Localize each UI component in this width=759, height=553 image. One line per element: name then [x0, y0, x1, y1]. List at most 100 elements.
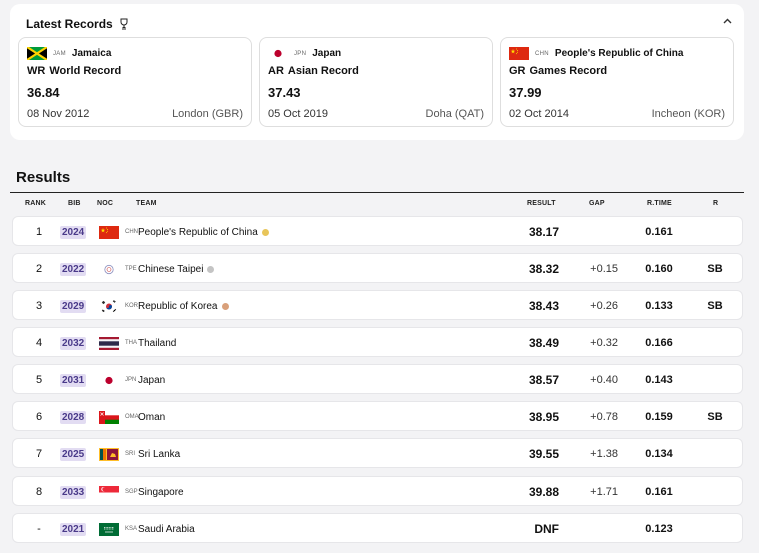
- flag-jpn-icon: [268, 47, 288, 60]
- record-cell: SB: [707, 411, 723, 423]
- bib-badge: 2033: [60, 485, 87, 499]
- bib-cell: 2028: [60, 402, 87, 432]
- team-name[interactable]: Republic of Korea: [138, 301, 218, 312]
- silver-medal-icon: [207, 265, 215, 273]
- reaction-time-cell: 0.161: [645, 226, 673, 238]
- noc-code: TPE: [125, 266, 137, 272]
- record-country: CHN People's Republic of China: [509, 47, 683, 60]
- bib-cell: 2033: [60, 477, 87, 507]
- table-row[interactable]: 3 2029 KOR Republic of Korea 38.43 +0.26…: [12, 290, 743, 320]
- team-cell: Chinese Taipei: [138, 254, 215, 284]
- record-cell: [705, 217, 725, 247]
- record-venue: Doha (QAT): [425, 108, 484, 120]
- record-date: 08 Nov 2012: [27, 108, 90, 120]
- noc-flag: [99, 328, 119, 358]
- noc-code: JPN: [125, 377, 137, 383]
- results-divider: [10, 192, 744, 193]
- reaction-time-cell: 0.160: [645, 263, 673, 275]
- result-cell: 38.49: [528, 336, 559, 350]
- flag-kor-icon: [99, 299, 119, 313]
- table-row[interactable]: 6 2028 OMA Oman 38.95 +0.78 0.159 SB: [12, 401, 743, 431]
- result-cell: DNF: [534, 522, 559, 536]
- record-type: AR Asian Record: [268, 65, 359, 77]
- record-cell: [705, 439, 725, 469]
- noc-flag: [99, 514, 119, 544]
- record-venue: London (GBR): [172, 108, 243, 120]
- header-result: RESULT: [527, 200, 556, 207]
- record-card: JPN Japan AR Asian Record 37.43 05 Oct 20…: [259, 37, 493, 127]
- header-record: R: [713, 200, 719, 207]
- result-cell: 38.57: [528, 373, 559, 387]
- chevron-up-icon[interactable]: [723, 15, 732, 27]
- header-bib: BIB: [68, 200, 81, 207]
- record-country-code: CHN: [535, 50, 549, 57]
- team-name[interactable]: Singapore: [138, 487, 184, 498]
- record-type-abbr: WR: [27, 65, 46, 77]
- gap-cell: +0.78: [590, 411, 618, 423]
- header-noc: NOC: [97, 200, 114, 207]
- bib-badge: 2024: [60, 225, 87, 239]
- reaction-time-cell: 0.133: [645, 300, 673, 312]
- record-date: 02 Oct 2014: [509, 108, 569, 120]
- team-name[interactable]: Japan: [138, 375, 165, 386]
- noc-flag: [99, 217, 119, 247]
- flag-tha-icon: [99, 336, 119, 350]
- record-type-abbr: GR: [509, 65, 526, 77]
- rank-cell: 1: [35, 226, 43, 238]
- flag-sri-icon: [99, 447, 119, 461]
- gap-cell: +0.32: [590, 337, 618, 349]
- noc-code: THA: [125, 340, 137, 346]
- noc-flag: [99, 254, 119, 284]
- gap-cell: +1.71: [590, 486, 618, 498]
- noc-code: SRI: [125, 451, 136, 457]
- table-row[interactable]: 1 2024 CHN People's Republic of China 38…: [12, 216, 743, 246]
- reaction-time-cell: 0.143: [645, 374, 673, 386]
- team-name[interactable]: Sri Lanka: [138, 449, 180, 460]
- record-date: 05 Oct 2019: [268, 108, 328, 120]
- record-type-abbr: AR: [268, 65, 284, 77]
- noc-flag: [99, 477, 119, 507]
- record-venue: Incheon (KOR): [651, 108, 725, 120]
- gap-cell: +0.15: [590, 263, 618, 275]
- noc-code: OMA: [125, 414, 139, 420]
- record-type: WR World Record: [27, 65, 121, 77]
- bib-badge: 2029: [60, 299, 87, 313]
- rank-cell: -: [37, 523, 41, 535]
- table-row[interactable]: 8 2033 SGP Singapore 39.88 +1.71 0.161: [12, 476, 743, 506]
- table-row[interactable]: 5 2031 JPN Japan 38.57 +0.40 0.143: [12, 364, 743, 394]
- record-country: JAM Jamaica: [27, 47, 111, 60]
- reaction-time-cell: 0.134: [645, 448, 673, 460]
- flag-jam-icon: [27, 47, 47, 60]
- team-name[interactable]: Oman: [138, 412, 165, 423]
- table-row[interactable]: - 2021 KSA Saudi Arabia DNF 0.123: [12, 513, 743, 543]
- record-country: JPN Japan: [268, 47, 341, 60]
- gold-medal-icon: [261, 228, 269, 236]
- latest-records-title: Latest Records: [26, 17, 113, 31]
- record-cell: [705, 365, 725, 395]
- table-row[interactable]: 2 2022 TPE Chinese Taipei 38.32 +0.15 0.…: [12, 253, 743, 283]
- table-row[interactable]: 4 2032 THA Thailand 38.49 +0.32 0.166: [12, 327, 743, 357]
- bib-cell: 2029: [60, 291, 87, 321]
- flag-chn-icon: [99, 225, 119, 239]
- team-cell: Japan: [138, 365, 165, 395]
- record-cell: [705, 477, 725, 507]
- record-cell: [705, 328, 725, 358]
- record-type: GR Games Record: [509, 65, 607, 77]
- team-name[interactable]: People's Republic of China: [138, 227, 258, 238]
- noc-code: CHN: [125, 229, 138, 235]
- gap-cell: [578, 217, 618, 247]
- team-name[interactable]: Saudi Arabia: [138, 524, 195, 535]
- bib-cell: 2024: [60, 217, 87, 247]
- team-name[interactable]: Thailand: [138, 338, 176, 349]
- record-type-name: Games Record: [529, 65, 608, 77]
- noc-flag: [99, 365, 119, 395]
- record-type-name: Asian Record: [287, 65, 359, 77]
- noc-code: KSA: [125, 526, 138, 532]
- team-name[interactable]: Chinese Taipei: [138, 264, 203, 275]
- flag-sgp-icon: [99, 485, 119, 499]
- noc-flag: [99, 439, 119, 469]
- gap-cell: +1.38: [590, 448, 618, 460]
- flag-chn-icon: [509, 47, 529, 60]
- bronze-medal-icon: [221, 302, 229, 310]
- table-row[interactable]: 7 2025 SRI Sri Lanka 39.55 +1.38 0.134: [12, 438, 743, 468]
